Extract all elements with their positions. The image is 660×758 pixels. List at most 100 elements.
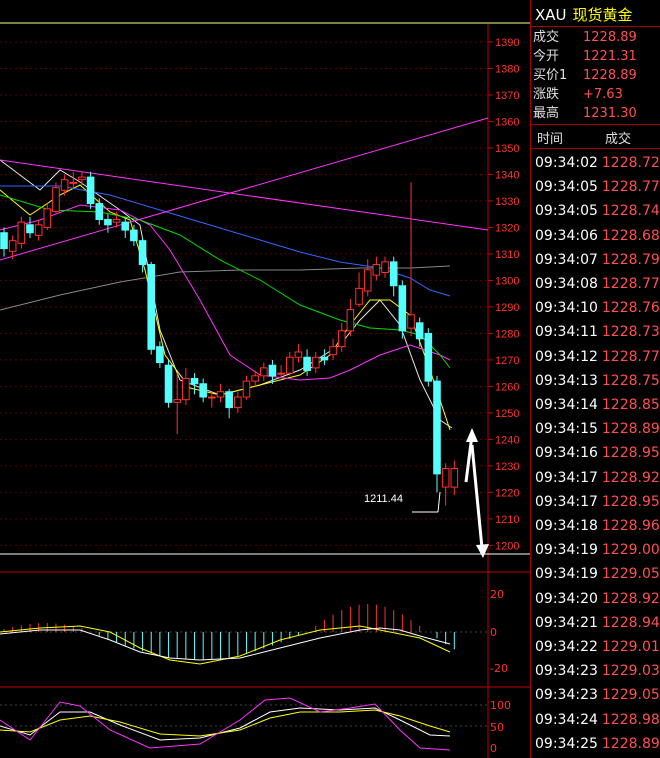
quote-value: 1228.89 [583, 30, 637, 45]
price-tick-label: 1280 [495, 328, 519, 340]
tick-price: 1228.74 [601, 203, 660, 220]
candle-body [320, 356, 329, 361]
candle-body [216, 391, 225, 398]
candle-body [260, 367, 268, 377]
candle [164, 359, 173, 408]
tick-time: 09:34:10 [535, 300, 598, 317]
candle-body [112, 218, 121, 223]
tick-row: 09:34:12 1228.77 [535, 345, 660, 369]
ticks-header-price: 成交 [605, 132, 632, 147]
tick-price: 1228.85 [601, 397, 660, 413]
tick-price: 1228.92 [601, 469, 660, 486]
candle-body [86, 176, 95, 205]
price-tick-label: 1200 [495, 540, 519, 552]
candle-body [182, 377, 190, 401]
tick-row: 09:34:17 1228.92 [535, 466, 660, 490]
candle-body [164, 364, 173, 403]
tick-time: 09:34:08 [535, 276, 598, 292]
candle-body [285, 356, 294, 374]
candle-body [147, 264, 156, 350]
symbol: XAU [535, 6, 567, 24]
candle-body [17, 221, 26, 244]
candle-body [234, 396, 242, 409]
tick-time: 09:34:20 [535, 590, 598, 607]
candle-body [78, 176, 86, 181]
candle-body [415, 322, 424, 340]
quote-row: 涨跌 +7.63 [533, 85, 659, 105]
candle-body [156, 346, 164, 364]
quote-label: 最高 [533, 106, 560, 121]
low-annotation: 1211.44 [364, 493, 403, 505]
candle-body [199, 383, 207, 398]
candle-body [208, 396, 216, 399]
candle-body [389, 261, 398, 287]
tick-row: 09:34:22 1229.01 [535, 635, 660, 659]
quote-header: XAU 现货黄金 [535, 4, 633, 25]
tick-price: 1228.94 [601, 614, 660, 631]
price-tick-label: 1390 [495, 37, 519, 49]
price-tick-label: 1300 [495, 275, 519, 287]
tick-time: 09:34:11 [535, 324, 598, 341]
tick-row: 09:34:23 1229.05 [535, 683, 660, 707]
tick-time: 09:34:19 [535, 566, 598, 583]
tick-price: 1228.77 [601, 348, 660, 365]
price-tick-label: 1240 [495, 434, 519, 446]
tick-row: 09:34:11 1228.73 [535, 320, 660, 344]
candle-body [303, 356, 311, 372]
kdj-axis-100: 100 [490, 699, 511, 712]
price-tick-label: 1230 [495, 461, 519, 473]
candle-body [294, 351, 303, 358]
candle-body [104, 218, 112, 226]
quote-label: 成交 [533, 30, 560, 45]
candle [147, 261, 156, 355]
tick-row: 09:34:23 1229.03 [535, 659, 660, 683]
tick-time: 09:34:07 [535, 251, 598, 268]
tick-time: 09:34:19 [535, 542, 598, 559]
price-tick-label: 1250 [495, 408, 519, 420]
macd-axis-0: 0 [490, 626, 497, 639]
candle-body [441, 468, 450, 488]
price-tick-label: 1320 [495, 222, 519, 234]
price-chart[interactable]: 1200 1210 1220 1230 1240 1250 1260 1270 1280 1290… [0, 0, 530, 758]
quote-row: 成交 1228.89 [533, 28, 659, 48]
candle-body [60, 179, 69, 191]
tick-price: 1228.95 [601, 493, 660, 510]
candle-body [381, 261, 389, 273]
tick-price: 1228.77 [601, 179, 660, 196]
candle-body [130, 229, 138, 242]
candle-body [190, 377, 199, 385]
candle-body [268, 364, 277, 377]
quote-value: 1231.30 [583, 106, 637, 121]
tick-price: 1228.98 [601, 711, 660, 728]
tick-price: 1228.77 [601, 276, 660, 292]
candle-body [173, 399, 181, 403]
tick-row: 09:34:20 1228.92 [535, 587, 660, 611]
tick-time: 09:34:05 [535, 179, 598, 196]
candle-body [346, 309, 355, 332]
candle-body [69, 181, 78, 184]
candle-body [277, 372, 285, 375]
tick-row: 09:34:19 1229.05 [535, 562, 660, 586]
tick-price: 1229.00 [601, 542, 660, 559]
tick-time: 09:34:06 [535, 227, 598, 244]
candle-body [329, 346, 337, 356]
candle [398, 280, 407, 339]
tick-row: 09:34:21 1228.94 [535, 611, 660, 635]
price-tick-label: 1220 [495, 487, 519, 499]
tick-time: 09:34:17 [535, 493, 598, 510]
candle-body [450, 468, 459, 488]
tick-time: 09:34:15 [535, 421, 598, 438]
price-tick-label: 1270 [495, 355, 519, 367]
candle-body [311, 356, 320, 369]
candle-body [433, 380, 441, 475]
quote-row: 买价1 1228.89 [533, 66, 659, 86]
quote-value: 1228.89 [583, 68, 637, 83]
candle [424, 328, 433, 387]
quote-panel: XAU 现货黄金 成交 1228.89 今开 1221.31 买价1 1228.89 涨跌 +7… [530, 0, 660, 758]
candle-body [337, 330, 346, 348]
quote-label: 涨跌 [533, 87, 560, 102]
candle-body [43, 208, 52, 228]
candle-body [355, 287, 363, 305]
tick-row: 09:34:13 1228.75 [535, 369, 660, 393]
candle-body [8, 240, 17, 252]
